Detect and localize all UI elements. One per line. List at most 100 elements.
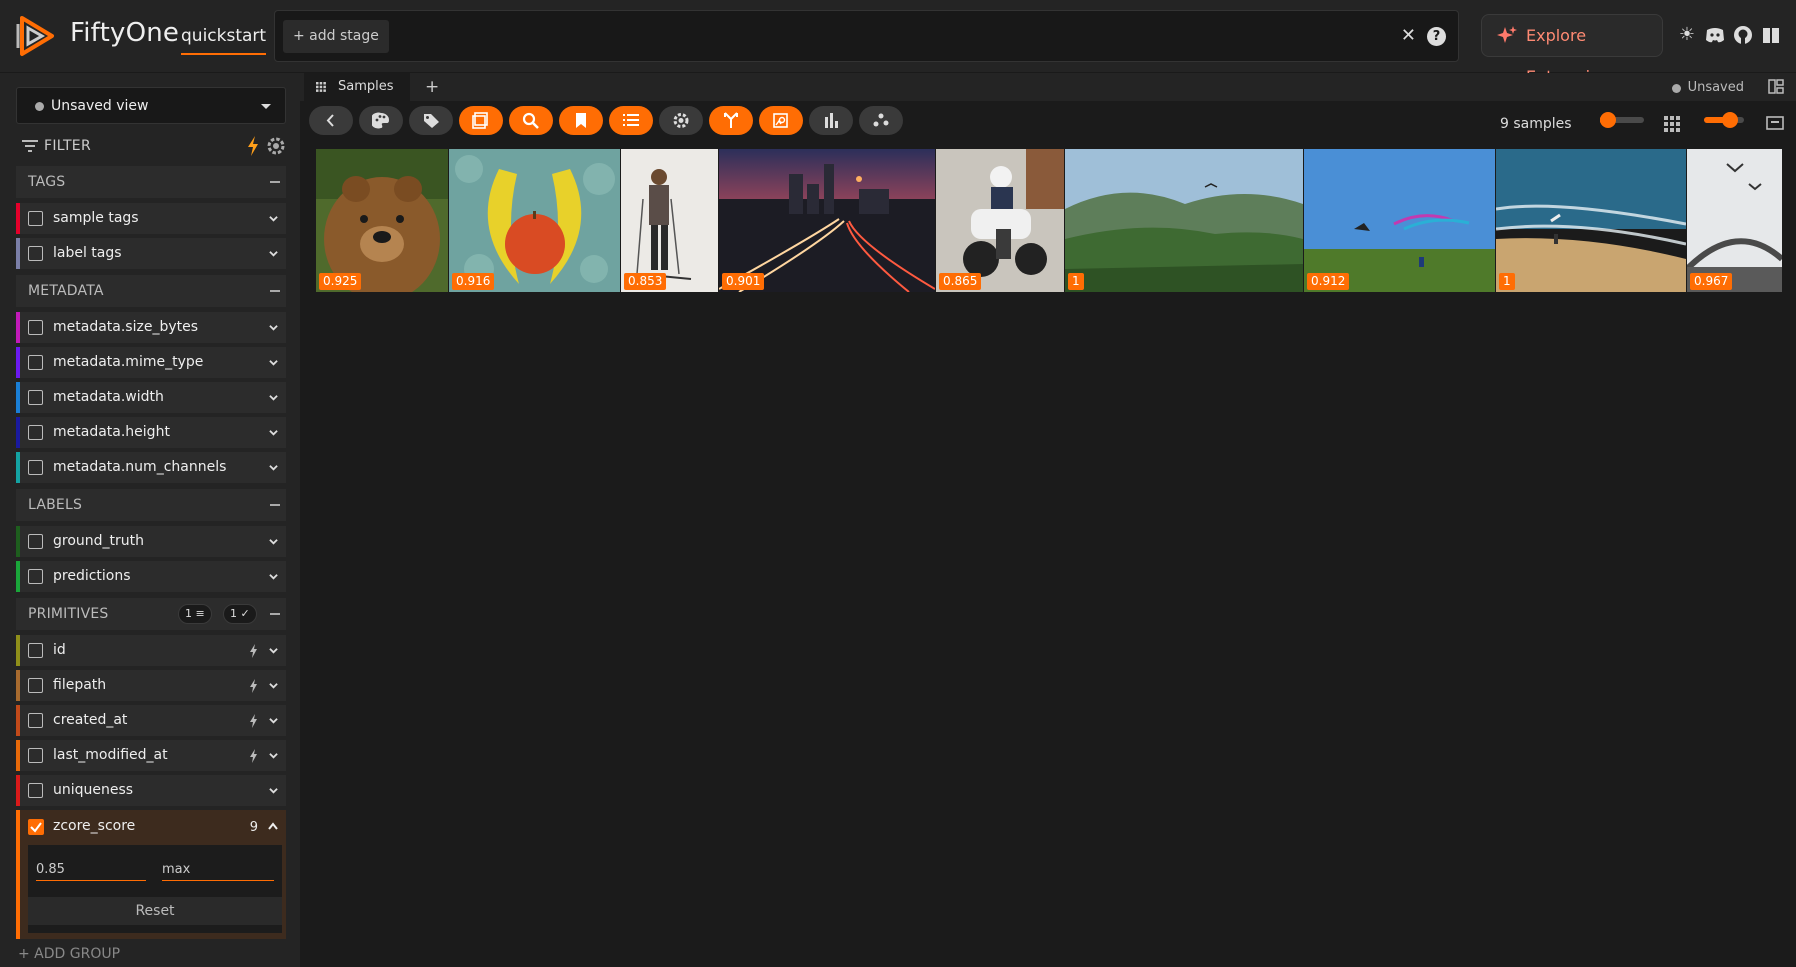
chevron-down-icon[interactable] bbox=[269, 428, 278, 437]
lightning-mode-icon[interactable] bbox=[246, 136, 260, 156]
workspace-status[interactable]: Unsaved bbox=[1671, 80, 1744, 95]
collapse-icon[interactable] bbox=[270, 181, 280, 183]
similarity-search-button[interactable] bbox=[509, 106, 553, 135]
field-checkbox[interactable] bbox=[28, 460, 43, 475]
collapse-icon[interactable] bbox=[270, 504, 280, 506]
group-metadata-header[interactable]: METADATA bbox=[16, 275, 286, 307]
field-checkbox[interactable] bbox=[28, 425, 43, 440]
explore-enterprise-button[interactable]: Explore Enterprise bbox=[1481, 14, 1663, 86]
save-view-button[interactable] bbox=[559, 106, 603, 135]
slider-knob[interactable] bbox=[1600, 112, 1616, 128]
merge-button[interactable] bbox=[709, 106, 753, 135]
chevron-up-icon[interactable] bbox=[268, 822, 278, 830]
new-panel-plus-icon[interactable]: + bbox=[425, 77, 439, 97]
sample-thumbnail[interactable]: 0.912 bbox=[1304, 149, 1495, 292]
field-label-tags[interactable]: label tags bbox=[16, 238, 286, 269]
sample-thumbnail[interactable]: 0.865 bbox=[936, 149, 1064, 292]
fiftyone-logo-icon[interactable] bbox=[14, 14, 58, 58]
field-checkbox[interactable] bbox=[28, 748, 43, 763]
min-input[interactable]: 0.85 bbox=[36, 853, 146, 881]
media-resize-icon[interactable] bbox=[1766, 115, 1784, 131]
field-metadata-size-bytes[interactable]: metadata.size_bytes bbox=[16, 312, 286, 343]
field-uniqueness[interactable]: uniqueness bbox=[16, 775, 286, 806]
sample-thumbnail[interactable]: 0.925 bbox=[316, 149, 448, 292]
settings-gear-icon[interactable] bbox=[266, 136, 286, 156]
chevron-down-icon[interactable] bbox=[269, 323, 278, 332]
chevron-down-icon[interactable] bbox=[269, 214, 278, 223]
chevron-down-icon[interactable] bbox=[269, 572, 278, 581]
chevron-down-icon[interactable] bbox=[269, 249, 278, 258]
tag-button[interactable] bbox=[409, 106, 453, 135]
grid-zoom-slider[interactable] bbox=[1704, 112, 1744, 128]
chevron-down-icon[interactable] bbox=[269, 646, 278, 655]
field-metadata-height[interactable]: metadata.height bbox=[16, 417, 286, 448]
add-stage-button[interactable]: + add stage bbox=[283, 20, 389, 53]
field-checkbox[interactable] bbox=[28, 643, 43, 658]
help-icon[interactable]: ? bbox=[1427, 27, 1446, 46]
group-labels-header[interactable]: LABELS bbox=[16, 489, 286, 521]
collapse-icon[interactable] bbox=[270, 290, 280, 292]
field-metadata-width[interactable]: metadata.width bbox=[16, 382, 286, 413]
chevron-down-icon[interactable] bbox=[269, 537, 278, 546]
collapse-icon[interactable] bbox=[270, 613, 280, 615]
image-annotate-button[interactable] bbox=[759, 106, 803, 135]
field-ground-truth[interactable]: ground_truth bbox=[16, 526, 286, 557]
tab-samples[interactable]: Samples bbox=[304, 73, 410, 101]
dataset-selector[interactable]: quickstart bbox=[181, 26, 267, 55]
slider-knob[interactable] bbox=[1722, 112, 1738, 128]
embeddings-button[interactable] bbox=[859, 106, 903, 135]
active-filters-pill[interactable]: 1 ≡ bbox=[178, 604, 212, 624]
field-checkbox[interactable] bbox=[28, 678, 43, 693]
field-metadata-num-channels[interactable]: metadata.num_channels bbox=[16, 452, 286, 483]
field-filepath[interactable]: filepath bbox=[16, 670, 286, 701]
sample-thumbnail[interactable]: 0.916 bbox=[449, 149, 620, 292]
field-checkbox[interactable] bbox=[28, 390, 43, 405]
sample-thumbnail[interactable]: 0.901 bbox=[719, 149, 935, 292]
field-id[interactable]: id bbox=[16, 635, 286, 666]
field-checkbox[interactable] bbox=[28, 713, 43, 728]
docs-book-icon[interactable] bbox=[1760, 24, 1782, 46]
field-zcore-score-expanded[interactable]: zcore_score 9 0.85 max Reset bbox=[16, 810, 286, 939]
field-checkbox[interactable] bbox=[28, 320, 43, 335]
patches-button[interactable] bbox=[459, 106, 503, 135]
sample-thumbnail[interactable]: 1 bbox=[1496, 149, 1686, 292]
group-tags-header[interactable]: TAGS bbox=[16, 166, 286, 198]
field-checkbox[interactable] bbox=[28, 246, 43, 261]
discord-icon[interactable] bbox=[1704, 24, 1726, 46]
chevron-down-icon[interactable] bbox=[269, 681, 278, 690]
chevron-down-icon[interactable] bbox=[269, 393, 278, 402]
thumbnail-size-slider[interactable] bbox=[1600, 112, 1644, 128]
histogram-button[interactable] bbox=[809, 106, 853, 135]
sample-thumbnail[interactable]: 1 bbox=[1065, 149, 1303, 292]
github-icon[interactable] bbox=[1732, 24, 1754, 46]
field-last-modified-at[interactable]: last_modified_at bbox=[16, 740, 286, 771]
chevron-down-icon[interactable] bbox=[269, 463, 278, 472]
field-checkbox[interactable] bbox=[28, 783, 43, 798]
chevron-down-icon[interactable] bbox=[269, 751, 278, 760]
back-button[interactable] bbox=[309, 106, 353, 135]
field-checkbox[interactable] bbox=[28, 211, 43, 226]
grid-view-icon[interactable] bbox=[1664, 116, 1680, 132]
field-checkbox[interactable] bbox=[28, 534, 43, 549]
field-created-at[interactable]: created_at bbox=[16, 705, 286, 736]
sample-thumbnail[interactable]: 0.853 bbox=[621, 149, 718, 292]
field-predictions[interactable]: predictions bbox=[16, 561, 286, 592]
sample-thumbnail[interactable]: 0.967 bbox=[1687, 149, 1782, 292]
chevron-down-icon[interactable] bbox=[269, 716, 278, 725]
clear-view-icon[interactable]: ✕ bbox=[1401, 27, 1416, 45]
chevron-down-icon[interactable] bbox=[269, 786, 278, 795]
visible-fields-pill[interactable]: 1 ✓ bbox=[223, 604, 257, 624]
sort-by-button[interactable] bbox=[609, 106, 653, 135]
max-input[interactable]: max bbox=[162, 853, 274, 881]
group-primitives-header[interactable]: PRIMITIVES 1 ≡ 1 ✓ bbox=[16, 598, 286, 630]
field-sample-tags[interactable]: sample tags bbox=[16, 203, 286, 234]
field-checkbox[interactable] bbox=[28, 355, 43, 370]
reset-button[interactable]: Reset bbox=[28, 897, 282, 925]
checked-checkbox-icon[interactable] bbox=[28, 819, 44, 835]
add-group-button[interactable]: + ADD GROUP bbox=[18, 946, 120, 962]
color-scheme-button[interactable] bbox=[359, 106, 403, 135]
view-bar[interactable]: + add stage ✕ ? bbox=[274, 10, 1459, 62]
theme-toggle-icon[interactable]: ☀ bbox=[1676, 24, 1698, 46]
saved-view-selector[interactable]: Unsaved view bbox=[16, 87, 286, 124]
layout-split-icon[interactable] bbox=[1768, 79, 1784, 94]
